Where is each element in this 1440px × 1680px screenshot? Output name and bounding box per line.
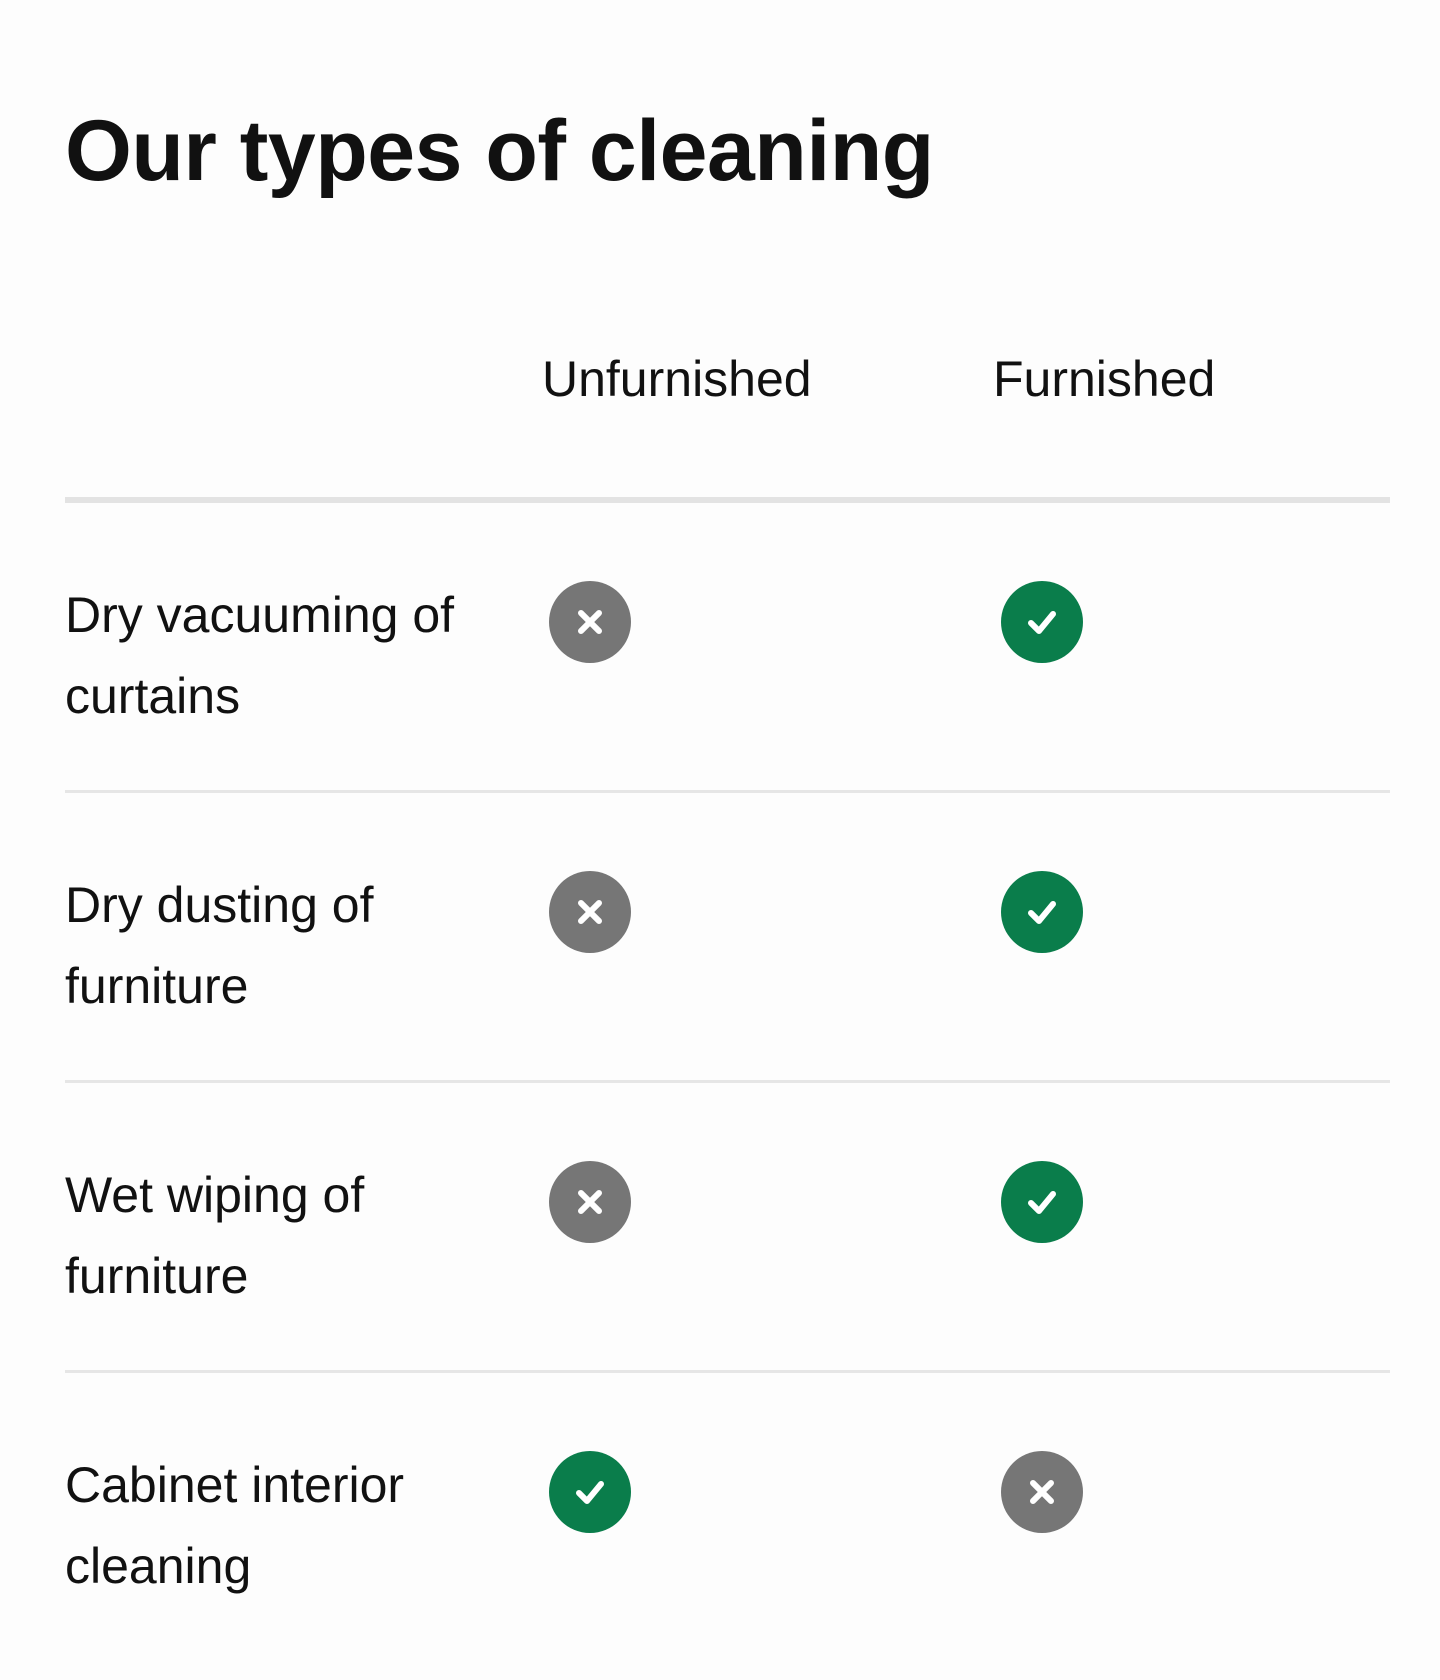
table-row: Cabinet interior cleaning bbox=[65, 1373, 1390, 1663]
page-title: Our types of cleaning bbox=[65, 103, 934, 199]
status-unfurnished bbox=[549, 1161, 631, 1243]
cross-icon bbox=[578, 1190, 602, 1214]
check-icon bbox=[1028, 611, 1056, 634]
row-label: Cabinet interior cleaning bbox=[65, 1457, 405, 1594]
status-unfurnished bbox=[549, 871, 631, 953]
check-icon bbox=[1028, 901, 1056, 924]
cross-icon bbox=[1030, 1480, 1054, 1504]
row-label: Dry vacuuming of curtains bbox=[65, 587, 455, 724]
row-label: Wet wiping of furniture bbox=[65, 1167, 365, 1304]
status-furnished bbox=[1001, 1161, 1083, 1243]
cross-icon bbox=[578, 610, 602, 634]
status-unfurnished bbox=[549, 581, 631, 663]
check-icon bbox=[1028, 1191, 1056, 1214]
status-furnished bbox=[1001, 871, 1083, 953]
column-header-unfurnished: Unfurnished bbox=[542, 351, 812, 407]
column-header-furnished: Furnished bbox=[993, 351, 1216, 407]
check-icon bbox=[576, 1481, 604, 1504]
status-furnished bbox=[1001, 1451, 1083, 1533]
table-row: Wet wiping of furniture bbox=[65, 1083, 1390, 1373]
table-row: Dry vacuuming of curtains bbox=[65, 503, 1390, 793]
cleaning-types-section: Our types of cleaning Unfurnished Furnis… bbox=[0, 0, 1440, 1680]
cross-icon bbox=[578, 900, 602, 924]
status-unfurnished bbox=[549, 1451, 631, 1533]
status-furnished bbox=[1001, 581, 1083, 663]
row-label: Dry dusting of furniture bbox=[65, 877, 374, 1014]
table-row: Dry dusting of furniture bbox=[65, 793, 1390, 1083]
